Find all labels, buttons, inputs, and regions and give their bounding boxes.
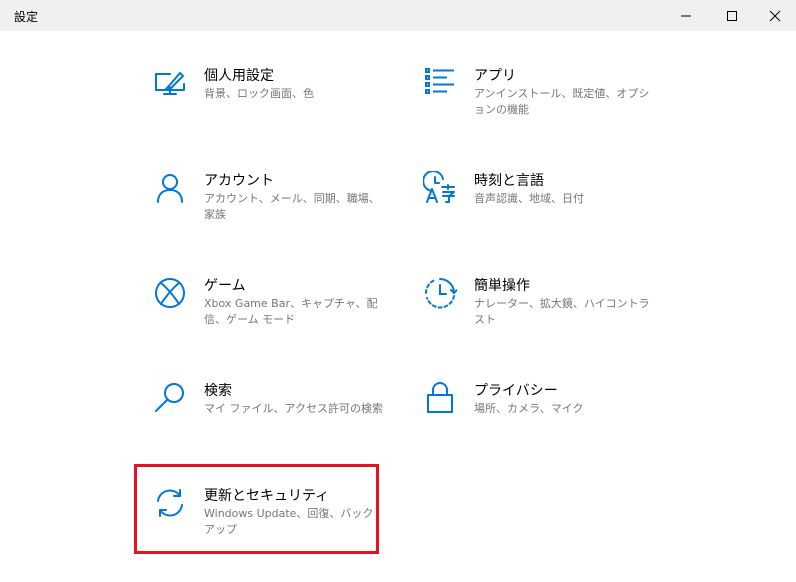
tile-apps[interactable]: アプリ アンインストール、既定値、オプションの機能: [423, 66, 658, 150]
tile-name: プライバシー: [474, 383, 558, 399]
xbox-icon: [153, 276, 187, 310]
tile-description: アンインストール、既定値、オプションの機能: [474, 87, 650, 116]
tile-name: ゲーム: [204, 278, 246, 294]
tile-name: 時刻と言語: [474, 173, 544, 189]
tile-description: アカウント、メール、同期、職場、家族: [204, 192, 380, 221]
close-button[interactable]: [752, 0, 796, 31]
search-icon: [153, 381, 187, 415]
time-language-icon: [423, 171, 457, 205]
tile-name: 個人用設定: [204, 68, 274, 84]
tile-description: Xbox Game Bar、キャプチャ、配信、ゲーム モード: [204, 297, 378, 326]
tile-gaming[interactable]: ゲーム Xbox Game Bar、キャプチャ、配信、ゲーム モード: [153, 276, 388, 360]
tile-name: アカウント: [204, 173, 274, 189]
tile-description: マイ ファイル、アクセス許可の検索: [204, 402, 383, 415]
tile-personalization[interactable]: 個人用設定 背景、ロック画面、色: [153, 66, 388, 150]
window-title: 設定: [14, 10, 39, 24]
close-icon: [769, 10, 781, 21]
tile-accounts[interactable]: アカウント アカウント、メール、同期、職場、家族: [153, 171, 388, 255]
minimize-button[interactable]: [663, 0, 709, 31]
apps-icon: [423, 66, 457, 100]
personalization-icon: [153, 66, 187, 100]
minimize-icon: [681, 15, 691, 16]
lock-icon: [423, 381, 457, 415]
highlight-box: [134, 464, 379, 554]
tile-description: 音声認識、地域、日付: [474, 192, 584, 205]
tile-description: ナレーター、拡大鏡、ハイコントラスト: [474, 297, 650, 326]
tile-name: 簡単操作: [474, 278, 530, 294]
tile-name: アプリ: [474, 68, 516, 84]
tile-ease-of-access[interactable]: 簡単操作 ナレーター、拡大鏡、ハイコントラスト: [423, 276, 658, 360]
tile-privacy[interactable]: プライバシー 場所、カメラ、マイク: [423, 381, 658, 465]
tile-description: 場所、カメラ、マイク: [474, 402, 584, 415]
tile-description: 背景、ロック画面、色: [204, 87, 314, 100]
maximize-button[interactable]: [709, 0, 755, 31]
title-bar: 設定: [0, 0, 796, 31]
ease-of-access-icon: [423, 276, 457, 310]
maximize-icon: [727, 10, 737, 21]
tile-name: 検索: [204, 383, 232, 399]
accounts-icon: [153, 171, 187, 205]
tile-search[interactable]: 検索 マイ ファイル、アクセス許可の検索: [153, 381, 388, 465]
tile-time-language[interactable]: 時刻と言語 音声認識、地域、日付: [423, 171, 658, 255]
